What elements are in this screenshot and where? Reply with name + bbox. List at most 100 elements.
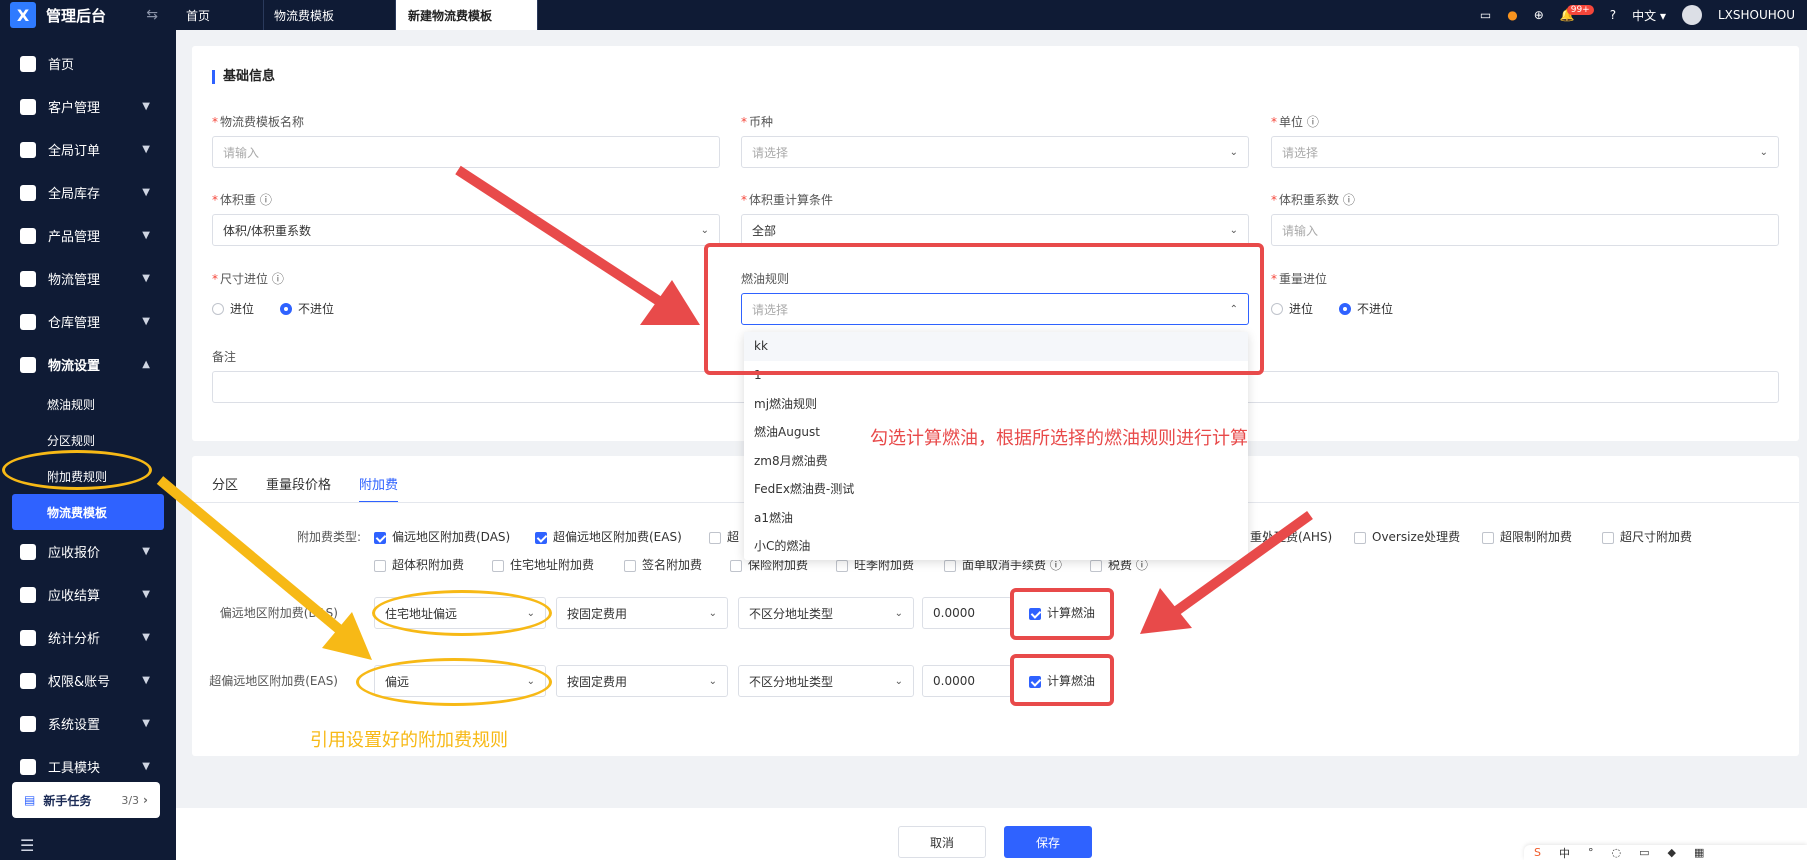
volume-condition-select[interactable]: 全部 ⌄ <box>741 214 1249 246</box>
username[interactable]: LXSHOUHOU <box>1718 8 1795 22</box>
ime-logo-icon[interactable]: S <box>1534 846 1541 859</box>
sidebar-item-label: 客户管理 <box>48 101 101 116</box>
sidebar-menu: 首页 客户管理 ▼ 全局订单 ▼ 全局库存 ▼ 产品管理 ▼ 物流管理 ▼ 仓库管理 ▼ 物… <box>0 42 176 788</box>
currency-select[interactable]: 请选择 ⌄ <box>741 136 1249 168</box>
avatar[interactable] <box>1681 5 1702 25</box>
sidebar: X 管理后台 ⇆ 首页 客户管理 ▼ 全局订单 ▼ 全局库存 ▼ 产品管理 ▼ 物流管理… <box>0 0 176 860</box>
sidebar-item-products[interactable]: 产品管理 ▼ <box>0 214 176 257</box>
order-icon <box>20 141 36 158</box>
size-no-round-radio[interactable]: 不进位 <box>280 300 334 317</box>
chevron-down-icon: ⌄ <box>894 675 903 687</box>
sidebar-item-warehouse[interactable]: 仓库管理 ▼ <box>0 300 176 343</box>
tab-home[interactable]: 首页 <box>176 0 264 30</box>
tool-icon <box>20 758 36 775</box>
sidebar-item-orders[interactable]: 全局订单 ▼ <box>0 128 176 171</box>
surcharge-checkbox-eas[interactable]: 超偏远地区附加费(EAS) <box>535 528 682 545</box>
ime-skin-icon[interactable]: ◆ <box>1668 846 1676 859</box>
volume-factor-input[interactable]: 请输入 <box>1271 214 1779 246</box>
sidebar-item-logistics-settings[interactable]: 物流设置 ▲ <box>0 343 176 386</box>
save-button[interactable]: 保存 <box>1004 826 1092 858</box>
sidebar-item-label: 系统设置 <box>48 718 101 733</box>
sidebar-item-label: 物流管理 <box>48 273 101 288</box>
download-icon[interactable]: ⊕ <box>1534 8 1544 22</box>
annotation-text-fuel: 勾选计算燃油，根据所选择的燃油规则进行计算 <box>870 428 1248 449</box>
logo-icon: X <box>10 2 36 28</box>
das-amount-input[interactable]: 0.0000 <box>922 597 1012 629</box>
tab-weight-price[interactable]: 重量段价格 <box>266 474 331 503</box>
das-row-label: 偏远地区附加费(DAS) <box>219 606 338 620</box>
help-icon[interactable]: ? <box>1610 8 1616 22</box>
surcharge-checkbox-ahs[interactable]: 重处理费(AHS) <box>1250 528 1332 545</box>
das-fee-type-select[interactable]: 按固定费用 ⌄ <box>556 597 728 629</box>
sidebar-item-customers[interactable]: 客户管理 ▼ <box>0 85 176 128</box>
sidebar-item-settlement[interactable]: 应收结算 ▼ <box>0 573 176 616</box>
size-rounding-label: * 尺寸进位 ⓘ <box>212 272 284 286</box>
das-address-type-select[interactable]: 不区分地址类型 ⌄ <box>738 597 914 629</box>
tab-new-logistics-template[interactable]: 新建物流费模板 <box>396 0 538 30</box>
surcharge-checkbox-oversize[interactable]: Oversize处理费 <box>1354 528 1460 545</box>
ime-keyboard-icon[interactable]: ▭ <box>1639 846 1649 859</box>
template-name-input[interactable]: 请输入 <box>212 136 720 168</box>
sidebar-item-system-settings[interactable]: 系统设置 ▼ <box>0 702 176 745</box>
tab-surcharge[interactable]: 附加费 <box>359 474 399 503</box>
collapse-icon[interactable]: ⇆ <box>146 7 158 23</box>
size-round-up-radio[interactable]: 进位 <box>212 300 254 317</box>
annotation-ellipse-surcharge-rules <box>2 450 152 490</box>
cancel-button[interactable]: 取消 <box>898 826 986 858</box>
surcharge-checkbox-partial[interactable]: 超 <box>709 528 739 545</box>
surcharge-checkbox-das[interactable]: 偏远地区附加费(DAS) <box>374 528 510 545</box>
volume-condition-label: * 体积重计算条件 <box>741 193 834 207</box>
sidebar-item-logistics[interactable]: 物流管理 ▼ <box>0 257 176 300</box>
quote-icon <box>20 543 36 560</box>
ime-mic-icon[interactable]: ◌ <box>1611 846 1621 859</box>
language-select[interactable]: 中文 ▾ <box>1632 7 1666 24</box>
tab-logistics-template[interactable]: 物流费模板 <box>264 0 396 30</box>
ime-grid-icon[interactable]: ▦ <box>1694 846 1704 859</box>
surcharge-checkbox-limit[interactable]: 超限制附加费 <box>1482 528 1572 545</box>
app-logo[interactable]: X 管理后台 ⇆ <box>0 0 176 30</box>
unit-select[interactable]: 请选择 ⌄ <box>1271 136 1779 168</box>
surcharge-checkbox-oversize-dim[interactable]: 超尺寸附加费 <box>1602 528 1692 545</box>
sidebar-item-home[interactable]: 首页 <box>0 42 176 85</box>
sidebar-item-permissions[interactable]: 权限&账号 ▼ <box>0 659 176 702</box>
surcharge-checkbox-residential[interactable]: 住宅地址附加费 <box>492 556 594 573</box>
sidebar-subitem-fuel-rules[interactable]: 燃油规则 <box>0 386 176 422</box>
sidebar-item-label: 权限&账号 <box>48 675 111 690</box>
dropdown-option[interactable]: zm8月燃油费 <box>744 446 1248 475</box>
bell-icon[interactable]: 🔔99+ <box>1560 5 1594 22</box>
ime-lang-icon[interactable]: 中 <box>1559 845 1570 860</box>
store-icon[interactable]: ▭ <box>1480 8 1491 22</box>
sidebar-item-label: 工具模块 <box>48 761 101 776</box>
dropdown-option[interactable]: FedEx燃油费-测试 <box>744 475 1248 504</box>
template-name-label: * 物流费模板名称 <box>212 115 305 129</box>
dropdown-option[interactable]: 小C的燃油 <box>744 532 1248 561</box>
surcharge-checkbox-signature[interactable]: 签名附加费 <box>624 556 702 573</box>
sidebar-item-quotes[interactable]: 应收报价 ▼ <box>0 530 176 573</box>
logistics-settings-icon <box>20 356 36 373</box>
sidebar-item-label: 仓库管理 <box>48 316 101 331</box>
tab-bar: 分区 重量段价格 附加费 <box>212 474 399 503</box>
weight-round-up-radio[interactable]: 进位 <box>1271 300 1313 317</box>
permission-icon <box>20 672 36 689</box>
sidebar-item-label: 全局库存 <box>48 187 101 202</box>
sidebar-item-statistics[interactable]: 统计分析 ▼ <box>0 616 176 659</box>
dropdown-option[interactable]: a1燃油 <box>744 503 1248 532</box>
sidebar-subitem-logistics-template[interactable]: 物流费模板 <box>12 494 164 530</box>
eas-amount-input[interactable]: 0.0000 <box>922 665 1012 697</box>
eas-address-type-select[interactable]: 不区分地址类型 ⌄ <box>738 665 914 697</box>
surcharge-checkbox-volume[interactable]: 超体积附加费 <box>374 556 464 573</box>
tab-zones[interactable]: 分区 <box>212 474 238 503</box>
eas-fee-type-select[interactable]: 按固定费用 ⌄ <box>556 665 728 697</box>
annotation-ellipse-das-rule <box>372 590 552 636</box>
sidebar-item-inventory[interactable]: 全局库存 ▼ <box>0 171 176 214</box>
task-icon: ▤ <box>24 793 36 807</box>
annotation-box-das-fuel <box>1010 588 1114 640</box>
volume-weight-select[interactable]: 体积/体积重系数 ⌄ <box>212 214 720 246</box>
robot-icon[interactable]: ● <box>1507 8 1517 22</box>
new-user-task-button[interactable]: ▤ 新手任务 3/3 › <box>12 782 160 818</box>
menu-toggle-icon[interactable]: ☰ <box>20 836 34 855</box>
dropdown-option[interactable]: mj燃油规则 <box>744 389 1248 418</box>
ime-punct-icon[interactable]: ° <box>1588 846 1594 859</box>
weight-no-round-radio[interactable]: 不进位 <box>1339 300 1393 317</box>
section-title: 基础信息 <box>212 70 275 84</box>
